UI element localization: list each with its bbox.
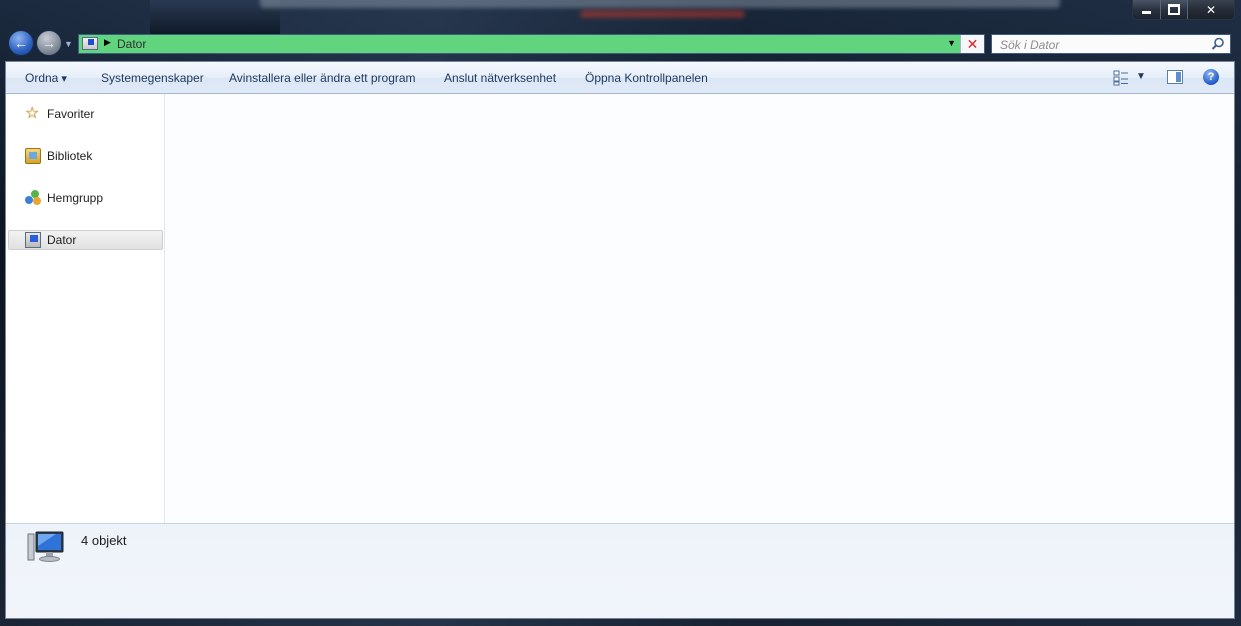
blurred-title-subtext [580,10,745,18]
nav-item-favorites[interactable]: ☆ Favoriter [8,104,163,124]
library-icon [25,148,41,164]
address-bar[interactable]: ▶ Dator ▼ ✕ [78,34,985,54]
star-icon: ☆ [25,105,40,122]
view-options-dropdown[interactable]: ▼ [1136,71,1146,82]
computer-icon [25,232,41,248]
breadcrumb-item-dator[interactable]: Dator [117,37,146,51]
item-count: 4 objekt [81,533,127,548]
arrow-left-icon: ← [14,35,28,51]
back-button[interactable]: ← [9,31,33,55]
system-properties-button[interactable]: Systemegenskaper [101,71,204,85]
breadcrumb-chevron-icon[interactable]: ▶ [104,37,111,48]
close-icon: ✕ [1205,2,1217,17]
search-icon[interactable] [1211,37,1225,51]
caption-buttons: ✕ [1132,0,1235,20]
organize-button[interactable]: Ordna [25,71,67,85]
change-view-icon[interactable] [1113,70,1129,86]
search-input[interactable]: Sök i Dator [1000,38,1059,52]
computer-icon [82,37,98,50]
help-icon[interactable]: ? [1203,69,1219,85]
details-pane: 4 objekt [6,523,1234,618]
forward-button[interactable]: → [37,31,61,55]
nav-item-label: Hemgrupp [47,191,104,205]
map-network-drive-button[interactable]: Anslut nätverksenhet [444,71,556,85]
homegroup-icon [25,190,41,206]
navigation-bar: ← → ▼ ▶ Dator ▼ ✕ Sök i Dator [0,31,1241,57]
navigation-pane: ☆ Favoriter Bibliotek Hemgrupp Dator [6,94,165,523]
nav-item-label: Dator [47,233,77,247]
search-box[interactable]: Sök i Dator [991,34,1231,54]
nav-item-label: Bibliotek [47,149,93,163]
maximize-icon [1168,4,1180,15]
file-list-area[interactable] [165,94,1234,523]
uninstall-program-button[interactable]: Avinstallera eller ändra ett program [229,71,416,85]
preview-pane-icon[interactable] [1167,70,1183,84]
arrow-right-icon: → [42,35,56,51]
nav-item-homegroup[interactable]: Hemgrupp [8,188,163,208]
blurred-title-text [260,0,1060,8]
explorer-window: Ordna Systemegenskaper Avinstallera elle… [5,61,1235,619]
stop-button[interactable]: ✕ [960,35,984,53]
minimize-button[interactable] [1133,0,1160,19]
computer-icon [27,531,64,562]
nav-item-libraries[interactable]: Bibliotek [8,146,163,166]
recent-pages-dropdown[interactable]: ▼ [64,39,73,49]
close-button[interactable]: ✕ [1187,0,1234,19]
address-history-dropdown[interactable]: ▼ [947,38,956,48]
maximize-button[interactable] [1160,0,1187,19]
nav-item-computer[interactable]: Dator [8,230,163,250]
nav-item-label: Favoriter [47,107,95,121]
minimize-icon [1142,11,1151,14]
close-icon: ✕ [966,35,979,52]
command-bar: Ordna Systemegenskaper Avinstallera elle… [6,62,1234,94]
open-control-panel-button[interactable]: Öppna Kontrollpanelen [585,71,708,85]
